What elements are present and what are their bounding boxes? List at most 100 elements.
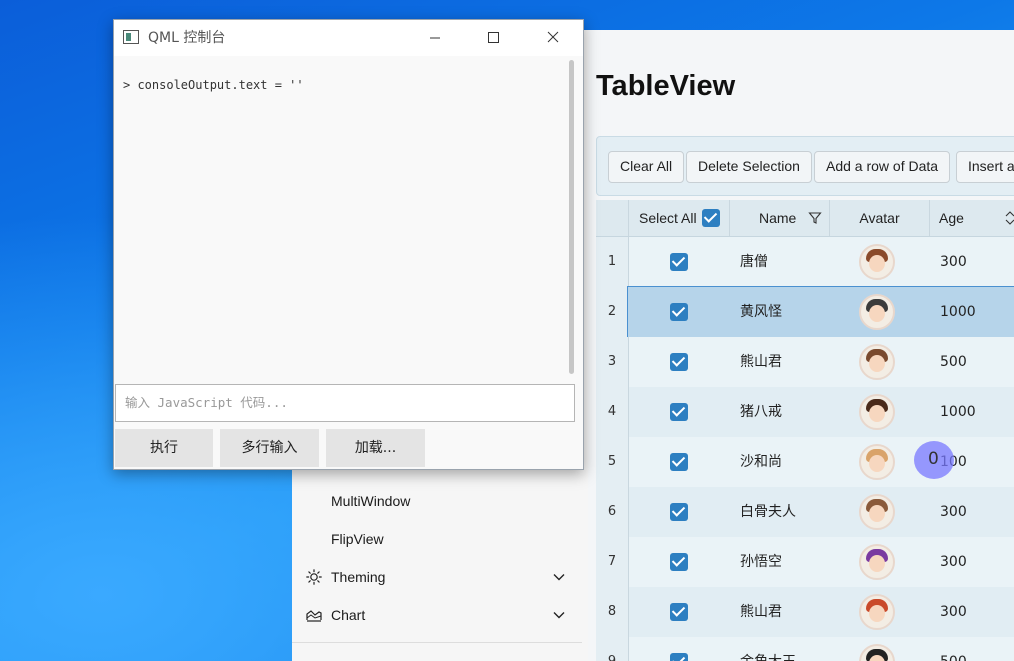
table-row[interactable]: 3 熊山君 500: [596, 337, 1014, 388]
header-age[interactable]: Age: [929, 200, 1014, 236]
click-indicator: 0: [914, 441, 954, 479]
add-row-button[interactable]: Add a row of Data: [814, 151, 951, 183]
row-cells: 熊山君 500: [628, 337, 1014, 387]
console-title: QML 控制台: [148, 30, 226, 46]
age-cell: 300: [940, 504, 967, 520]
console-scrollbar[interactable]: [569, 60, 574, 374]
avatar-image: [859, 644, 895, 661]
row-checkbox[interactable]: [670, 653, 688, 661]
age-header-label: Age: [939, 210, 964, 226]
row-cells: 白骨夫人 300: [628, 487, 1014, 537]
chevron-down-icon: [553, 612, 565, 619]
sun-icon: [306, 569, 322, 585]
table-row[interactable]: 8 熊山君 300: [596, 587, 1014, 638]
nav-item-label: MultiWindow: [331, 493, 411, 509]
header-avatar[interactable]: Avatar: [829, 200, 929, 236]
table-row[interactable]: 9 金角大王 500: [596, 637, 1014, 661]
nav-item-multiwindow[interactable]: MultiWindow: [292, 482, 582, 520]
name-cell: 猪八戒: [740, 404, 782, 420]
nav-item-label: Theming: [331, 569, 386, 585]
avatar-face: [869, 405, 885, 422]
clear-all-button[interactable]: Clear All: [608, 151, 685, 183]
close-button[interactable]: [530, 20, 576, 56]
table-row[interactable]: 6 白骨夫人 300: [596, 487, 1014, 538]
row-number: 4: [596, 387, 629, 437]
avatar-image: [859, 544, 895, 580]
header-select-all[interactable]: Select All: [628, 200, 729, 236]
row-checkbox[interactable]: [670, 253, 688, 271]
row-checkbox[interactable]: [670, 453, 688, 471]
close-icon: [547, 31, 559, 43]
row-cells: 黄风怪 1000: [627, 286, 1014, 338]
row-checkbox[interactable]: [670, 553, 688, 571]
avatar-image: [859, 344, 895, 380]
avatar-image: [859, 394, 895, 430]
multiline-input-button[interactable]: 多行输入: [220, 429, 319, 467]
minimize-icon: [430, 37, 440, 39]
row-checkbox[interactable]: [670, 503, 688, 521]
table-row[interactable]: 2 黄风怪 1000: [596, 286, 1014, 338]
name-cell: 金角大王: [740, 637, 796, 661]
age-cell: 500: [940, 354, 967, 370]
nav-item-flipview[interactable]: FlipView: [292, 520, 582, 558]
filter-icon[interactable]: [808, 211, 822, 225]
nav-item-label: Chart: [331, 607, 366, 623]
age-cell: 300: [940, 254, 967, 270]
row-cells: 猪八戒 1000: [628, 387, 1014, 437]
name-cell: 黄风怪: [740, 304, 782, 320]
avatar-face: [869, 555, 885, 572]
window-app-icon: [123, 30, 139, 44]
age-cell: 1000: [940, 304, 976, 320]
table-header: Select All Name Avatar Age: [596, 200, 1014, 237]
select-all-label: Select All: [639, 210, 697, 226]
avatar-header-label: Avatar: [859, 210, 900, 226]
row-checkbox[interactable]: [670, 403, 688, 421]
nav-item-theming[interactable]: Theming: [292, 558, 582, 596]
avatar-face: [869, 605, 885, 622]
nav-item-chart[interactable]: Chart: [292, 596, 582, 634]
row-cells: 孙悟空 300: [628, 537, 1014, 587]
row-checkbox[interactable]: [670, 603, 688, 621]
name-header-label: Name: [759, 210, 797, 226]
table-row[interactable]: 1 唐僧 300: [596, 237, 1014, 288]
chevron-down-icon: [553, 574, 565, 581]
row-number: 1: [596, 237, 629, 287]
sort-icon[interactable]: [1005, 210, 1014, 226]
row-cells: 沙和尚100: [628, 437, 1014, 487]
header-name[interactable]: Name: [729, 200, 829, 236]
delete-selection-button[interactable]: Delete Selection: [686, 151, 812, 183]
avatar-image: [859, 294, 895, 330]
row-number: 2: [596, 287, 629, 337]
name-cell: 沙和尚: [740, 454, 782, 470]
avatar-face: [869, 355, 885, 372]
maximize-button[interactable]: [471, 20, 517, 56]
avatar-image: [859, 244, 895, 280]
insert-row-button[interactable]: Insert a: [956, 151, 1014, 183]
console-output: > consoleOutput.text = '': [114, 56, 574, 402]
row-checkbox[interactable]: [670, 303, 688, 321]
row-checkbox[interactable]: [670, 353, 688, 371]
name-cell: 白骨夫人: [740, 504, 796, 520]
table-toolbar: Clear All Delete Selection Add a row of …: [596, 136, 1014, 196]
header-corner: [596, 200, 628, 236]
avatar-face: [869, 455, 885, 472]
select-all-checkbox[interactable]: [702, 209, 720, 227]
table-row[interactable]: 7 孙悟空 300: [596, 537, 1014, 588]
age-cell: 300: [940, 604, 967, 620]
name-cell: 孙悟空: [740, 554, 782, 570]
row-number: 5: [596, 437, 629, 487]
console-titlebar[interactable]: QML 控制台: [114, 20, 583, 56]
console-output-line: > consoleOutput.text = '': [123, 78, 304, 92]
avatar-face: [869, 255, 885, 272]
row-cells: 熊山君 300: [628, 587, 1014, 637]
load-button[interactable]: 加载...: [326, 429, 425, 467]
javascript-input[interactable]: 输入 JavaScript 代码...: [115, 384, 575, 422]
avatar-image: [859, 494, 895, 530]
row-number: 3: [596, 337, 629, 387]
run-button[interactable]: 执行: [115, 429, 213, 467]
table-row[interactable]: 4 猪八戒 1000: [596, 387, 1014, 438]
maximize-icon: [488, 32, 499, 43]
avatar-face: [869, 505, 885, 522]
name-cell: 唐僧: [740, 254, 768, 270]
minimize-button[interactable]: [412, 20, 458, 56]
